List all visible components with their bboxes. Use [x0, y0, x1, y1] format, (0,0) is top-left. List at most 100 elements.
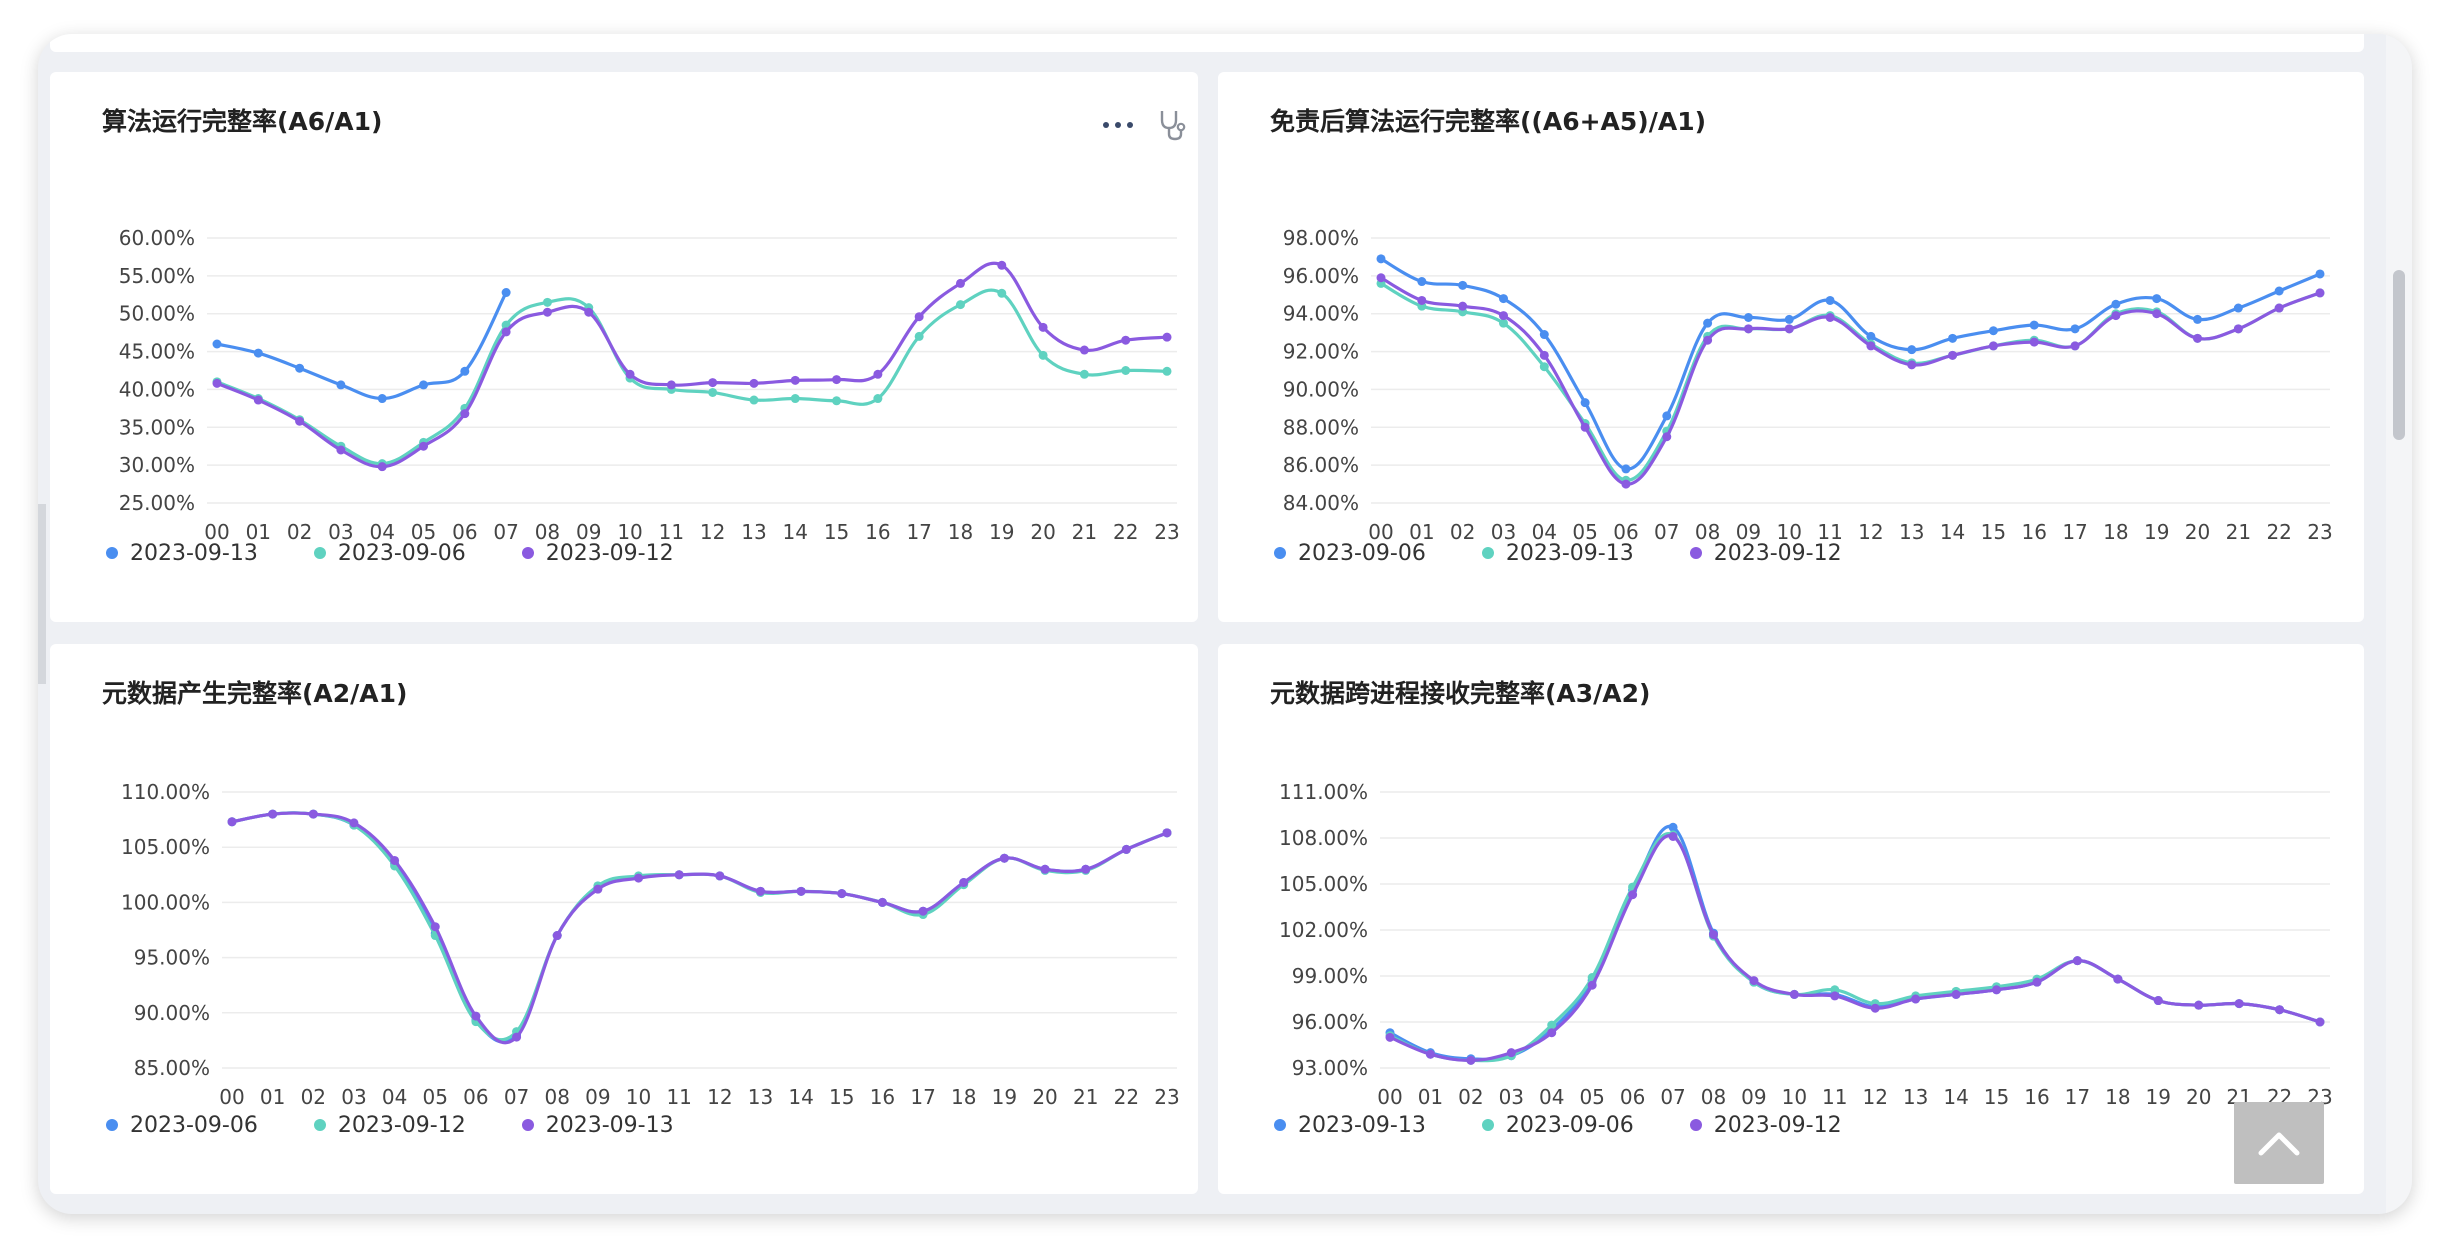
data-point[interactable]: [1376, 273, 1386, 283]
data-point[interactable]: [790, 375, 800, 385]
data-point[interactable]: [2032, 977, 2042, 987]
data-point[interactable]: [295, 363, 305, 373]
data-point[interactable]: [873, 369, 883, 379]
data-point[interactable]: [1988, 326, 1998, 336]
data-point[interactable]: [997, 260, 1007, 270]
data-point[interactable]: [1498, 311, 1508, 321]
data-point[interactable]: [955, 300, 965, 310]
legend-item[interactable]: 2023-09-13: [106, 541, 258, 566]
data-point[interactable]: [1162, 828, 1172, 838]
data-point[interactable]: [2070, 341, 2080, 351]
left-resize-handle[interactable]: [38, 504, 46, 684]
data-point[interactable]: [2029, 320, 2039, 330]
data-point[interactable]: [1784, 314, 1794, 324]
data-point[interactable]: [1547, 1028, 1557, 1038]
data-point[interactable]: [1703, 318, 1713, 328]
data-point[interactable]: [377, 394, 387, 404]
data-point[interactable]: [715, 871, 725, 881]
data-point[interactable]: [1830, 991, 1840, 1001]
data-point[interactable]: [253, 395, 263, 405]
data-point[interactable]: [1385, 1032, 1395, 1042]
legend-item[interactable]: 2023-09-12: [313, 1113, 466, 1138]
data-point[interactable]: [2113, 974, 2123, 984]
data-point[interactable]: [2234, 999, 2244, 1009]
data-point[interactable]: [1870, 1003, 1880, 1013]
data-point[interactable]: [873, 394, 883, 404]
data-point[interactable]: [1376, 254, 1386, 264]
data-point[interactable]: [2233, 324, 2243, 334]
back-to-top-button[interactable]: [2234, 1102, 2324, 1184]
data-point[interactable]: [1743, 324, 1753, 334]
data-point[interactable]: [1662, 411, 1672, 421]
data-point[interactable]: [584, 307, 594, 317]
data-point[interactable]: [1081, 864, 1091, 874]
data-point[interactable]: [1668, 831, 1678, 841]
data-point[interactable]: [914, 331, 924, 341]
data-point[interactable]: [253, 348, 263, 358]
data-point[interactable]: [1038, 350, 1048, 360]
data-point[interactable]: [460, 409, 470, 419]
data-point[interactable]: [1162, 332, 1172, 342]
data-point[interactable]: [542, 307, 552, 317]
data-point[interactable]: [349, 818, 359, 828]
data-point[interactable]: [1539, 330, 1549, 340]
data-point[interactable]: [212, 378, 222, 388]
data-point[interactable]: [832, 375, 842, 385]
data-point[interactable]: [501, 327, 511, 337]
data-point[interactable]: [1458, 280, 1468, 290]
data-point[interactable]: [1743, 313, 1753, 322]
data-point[interactable]: [1417, 277, 1427, 287]
data-point[interactable]: [542, 297, 552, 307]
vertical-scrollbar[interactable]: [2386, 34, 2412, 1214]
legend-item[interactable]: 2023-09-13: [1481, 541, 1634, 566]
data-point[interactable]: [1121, 335, 1131, 345]
data-point[interactable]: [666, 380, 676, 390]
data-point[interactable]: [2274, 286, 2284, 296]
data-point[interactable]: [1621, 464, 1631, 474]
data-point[interactable]: [471, 1011, 481, 1021]
data-point[interactable]: [430, 922, 440, 932]
legend-item[interactable]: 2023-09-12: [1689, 1113, 1842, 1138]
data-point[interactable]: [2233, 303, 2243, 313]
legend-item[interactable]: 2023-09-06: [106, 1113, 258, 1138]
data-point[interactable]: [593, 884, 603, 894]
data-point[interactable]: [1907, 345, 1917, 355]
data-point[interactable]: [749, 378, 759, 388]
data-point[interactable]: [1121, 844, 1131, 854]
data-point[interactable]: [1621, 479, 1631, 489]
data-point[interactable]: [749, 395, 759, 405]
data-point[interactable]: [1466, 1055, 1476, 1065]
data-point[interactable]: [674, 870, 684, 880]
data-point[interactable]: [708, 378, 718, 388]
data-point[interactable]: [1040, 864, 1050, 874]
legend-item[interactable]: 2023-09-13: [1274, 1113, 1426, 1138]
data-point[interactable]: [501, 288, 511, 298]
data-point[interactable]: [2315, 1017, 2325, 1027]
data-point[interactable]: [832, 396, 842, 406]
data-point[interactable]: [1628, 890, 1638, 900]
data-point[interactable]: [708, 387, 718, 397]
data-point[interactable]: [1079, 369, 1089, 379]
data-point[interactable]: [1425, 1049, 1435, 1059]
data-point[interactable]: [914, 312, 924, 322]
data-point[interactable]: [1948, 333, 1958, 343]
legend-item[interactable]: 2023-09-12: [1689, 541, 1842, 566]
data-point[interactable]: [1992, 985, 2002, 995]
data-point[interactable]: [1662, 432, 1672, 442]
data-point[interactable]: [1948, 350, 1958, 360]
data-point[interactable]: [790, 394, 800, 404]
data-point[interactable]: [2072, 956, 2082, 966]
data-point[interactable]: [419, 380, 429, 390]
data-point[interactable]: [955, 278, 965, 288]
data-point[interactable]: [1417, 295, 1427, 305]
legend-item[interactable]: 2023-09-06: [1481, 1113, 1634, 1138]
data-point[interactable]: [2274, 303, 2284, 313]
data-point[interactable]: [1784, 324, 1794, 334]
data-point[interactable]: [999, 853, 1009, 863]
data-point[interactable]: [308, 809, 318, 819]
data-point[interactable]: [1789, 989, 1799, 999]
data-point[interactable]: [2315, 269, 2325, 279]
data-point[interactable]: [336, 445, 346, 455]
data-point[interactable]: [1866, 341, 1876, 351]
data-point[interactable]: [877, 897, 887, 907]
